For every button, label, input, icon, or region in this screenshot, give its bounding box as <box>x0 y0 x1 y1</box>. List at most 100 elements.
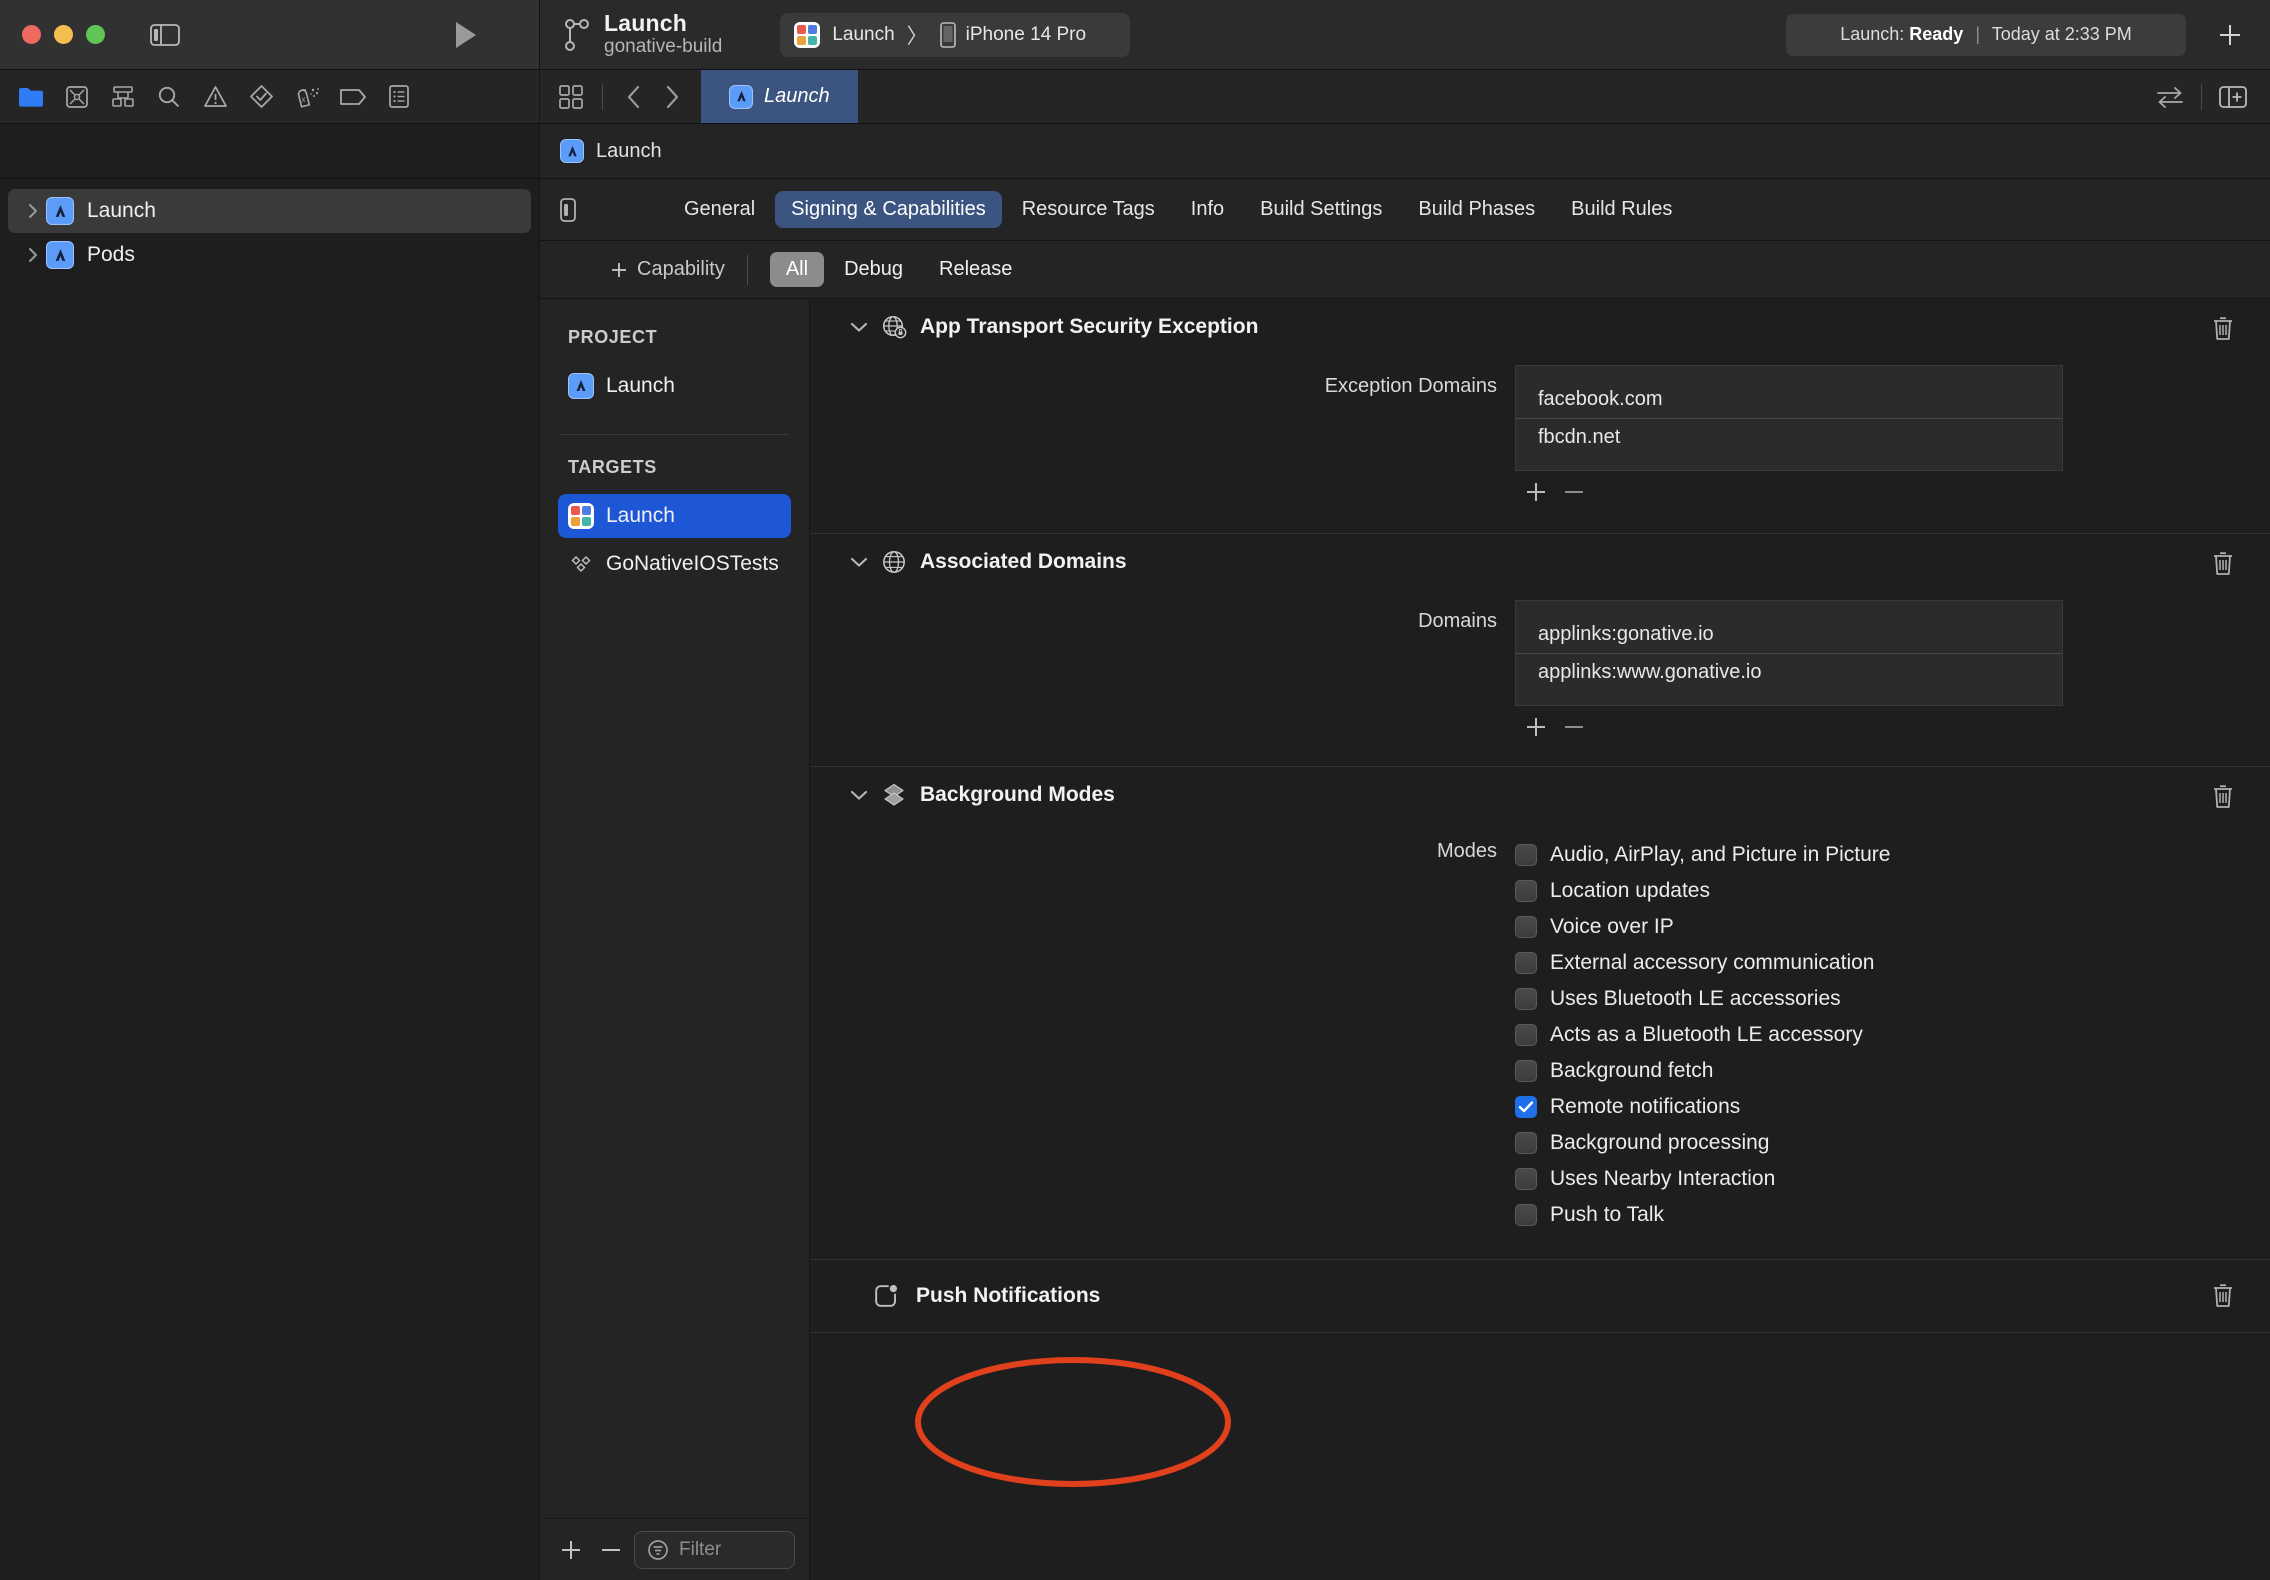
chevron-down-icon[interactable] <box>846 321 872 333</box>
breakpoint-navigator-icon[interactable] <box>330 78 376 116</box>
minimize-window-button[interactable] <box>54 25 73 44</box>
globe-icon <box>876 549 912 575</box>
trash-icon[interactable] <box>2210 315 2236 342</box>
mode-checkbox-row[interactable]: External accessory communication <box>1515 945 2270 981</box>
mode-checkbox-row-remote-notifications[interactable]: Remote notifications <box>1515 1089 2270 1125</box>
mode-checkbox-row[interactable]: Push to Talk <box>1515 1197 2270 1233</box>
checkbox[interactable] <box>1515 952 1537 974</box>
list-item[interactable]: facebook.com <box>1516 380 2062 418</box>
run-play-icon[interactable] <box>453 20 479 50</box>
destination-name[interactable]: iPhone 14 Pro <box>966 24 1086 46</box>
trash-icon[interactable] <box>2210 1282 2236 1309</box>
chevron-right-icon[interactable] <box>20 246 46 264</box>
debug-navigator-icon[interactable]: x <box>284 78 330 116</box>
chevron-down-icon[interactable] <box>846 789 872 801</box>
chevron-right-icon[interactable] <box>655 80 689 114</box>
trash-icon[interactable] <box>2210 550 2236 577</box>
add-capability-button[interactable]: Capability <box>610 258 725 281</box>
checkbox[interactable] <box>1515 844 1537 866</box>
mode-checkbox-row[interactable]: Voice over IP <box>1515 909 2270 945</box>
checkbox-checked[interactable] <box>1515 1096 1537 1118</box>
checkbox[interactable] <box>1515 880 1537 902</box>
project-navigator-icon[interactable] <box>8 78 54 116</box>
target-item-gonativeiostests[interactable]: GoNativeIOSTests <box>558 542 791 586</box>
sidebar-toggle-icon[interactable] <box>150 23 180 47</box>
add-exception-domain-button[interactable] <box>1523 479 1549 505</box>
breadcrumb[interactable]: Launch <box>540 124 2270 178</box>
associated-domains-list[interactable]: applinks:gonative.io applinks:www.gonati… <box>1515 600 2063 706</box>
mode-checkbox-row[interactable]: Acts as a Bluetooth LE accessory <box>1515 1017 2270 1053</box>
remove-target-button[interactable] <box>594 1533 628 1567</box>
capability-header[interactable]: Background Modes <box>810 767 2270 823</box>
capability-header[interactable]: App Transport Security Exception <box>810 299 2270 355</box>
target-item-launch[interactable]: Launch <box>558 494 791 538</box>
scheme-destination-selector[interactable]: Launch 〉 iPhone 14 Pro <box>780 12 1131 57</box>
chevron-down-icon[interactable] <box>846 556 872 568</box>
swap-arrows-icon[interactable] <box>2153 80 2187 114</box>
checkbox[interactable] <box>1515 916 1537 938</box>
list-item[interactable]: fbcdn.net <box>1516 418 2062 456</box>
segment-release[interactable]: Release <box>923 252 1028 287</box>
report-navigator-icon[interactable] <box>376 78 422 116</box>
capability-header[interactable]: Push Notifications <box>810 1260 2270 1332</box>
project-title-block: Launch gonative-build <box>604 11 722 57</box>
list-item[interactable]: applinks:www.gonative.io <box>1516 653 2062 691</box>
test-navigator-icon[interactable] <box>238 78 284 116</box>
segment-debug[interactable]: Debug <box>828 252 919 287</box>
tab-signing-and-capabilities[interactable]: Signing & Capabilities <box>775 191 1002 228</box>
plus-icon[interactable] <box>2216 21 2244 49</box>
window-traffic-lights[interactable] <box>22 25 105 44</box>
close-window-button[interactable] <box>22 25 41 44</box>
checkbox[interactable] <box>1515 1060 1537 1082</box>
checkbox[interactable] <box>1515 1132 1537 1154</box>
checkbox[interactable] <box>1515 1024 1537 1046</box>
remove-associated-domain-button[interactable] <box>1561 714 1587 740</box>
exception-domains-list[interactable]: facebook.com fbcdn.net <box>1515 365 2063 471</box>
minus-icon <box>1565 491 1583 493</box>
add-editor-icon[interactable] <box>2216 80 2250 114</box>
editor-tab-launch[interactable]: Launch <box>701 70 858 123</box>
mode-checkbox-row[interactable]: Audio, AirPlay, and Picture in Picture <box>1515 837 2270 873</box>
mode-checkbox-row[interactable]: Uses Nearby Interaction <box>1515 1161 2270 1197</box>
symbol-navigator-icon[interactable] <box>100 78 146 116</box>
editor-grid-icon[interactable] <box>554 80 588 114</box>
mode-checkbox-row[interactable]: Uses Bluetooth LE accessories <box>1515 981 2270 1017</box>
activity-status-bar: Launch: Ready | Today at 2:33 PM <box>1786 13 2186 56</box>
filter-input[interactable]: Filter <box>634 1530 795 1569</box>
add-associated-domain-button[interactable] <box>1523 714 1549 740</box>
checkbox[interactable] <box>1515 1204 1537 1226</box>
segment-all[interactable]: All <box>769 252 825 287</box>
breadcrumb-row: Launch <box>0 124 2270 179</box>
status-separator: | <box>1975 24 1981 44</box>
tab-build-settings[interactable]: Build Settings <box>1244 191 1398 228</box>
add-target-button[interactable] <box>554 1533 588 1567</box>
trash-icon[interactable] <box>2210 783 2236 810</box>
checkbox[interactable] <box>1515 1168 1537 1190</box>
navigator-item-launch[interactable]: Launch <box>8 189 531 233</box>
capabilities-list[interactable]: App Transport Security Exception Excepti… <box>810 299 2270 1580</box>
navigator-item-pods[interactable]: Pods <box>8 233 531 277</box>
chevron-right-icon[interactable] <box>20 202 46 220</box>
tab-general[interactable]: General <box>668 191 771 228</box>
tab-build-phases[interactable]: Build Phases <box>1402 191 1551 228</box>
tab-info[interactable]: Info <box>1175 191 1240 228</box>
tab-resource-tags[interactable]: Resource Tags <box>1006 191 1171 228</box>
chevron-left-icon[interactable] <box>617 80 651 114</box>
scheme-name[interactable]: Launch <box>832 24 894 46</box>
mode-label: Background processing <box>1550 1131 1770 1154</box>
breadcrumb-label[interactable]: Launch <box>596 140 662 163</box>
capability-header[interactable]: Associated Domains <box>810 534 2270 590</box>
mode-checkbox-row[interactable]: Background processing <box>1515 1125 2270 1161</box>
zoom-window-button[interactable] <box>86 25 105 44</box>
checkbox[interactable] <box>1515 988 1537 1010</box>
list-item[interactable]: applinks:gonative.io <box>1516 615 2062 653</box>
mode-checkbox-row[interactable]: Location updates <box>1515 873 2270 909</box>
tab-build-rules[interactable]: Build Rules <box>1555 191 1688 228</box>
find-navigator-icon[interactable] <box>146 78 192 116</box>
project-item-launch[interactable]: Launch <box>558 364 791 408</box>
issue-navigator-icon[interactable] <box>192 78 238 116</box>
inspector-toggle-icon[interactable] <box>540 196 596 224</box>
source-control-navigator-icon[interactable] <box>54 78 100 116</box>
mode-checkbox-row[interactable]: Background fetch <box>1515 1053 2270 1089</box>
remove-exception-domain-button[interactable] <box>1561 479 1587 505</box>
